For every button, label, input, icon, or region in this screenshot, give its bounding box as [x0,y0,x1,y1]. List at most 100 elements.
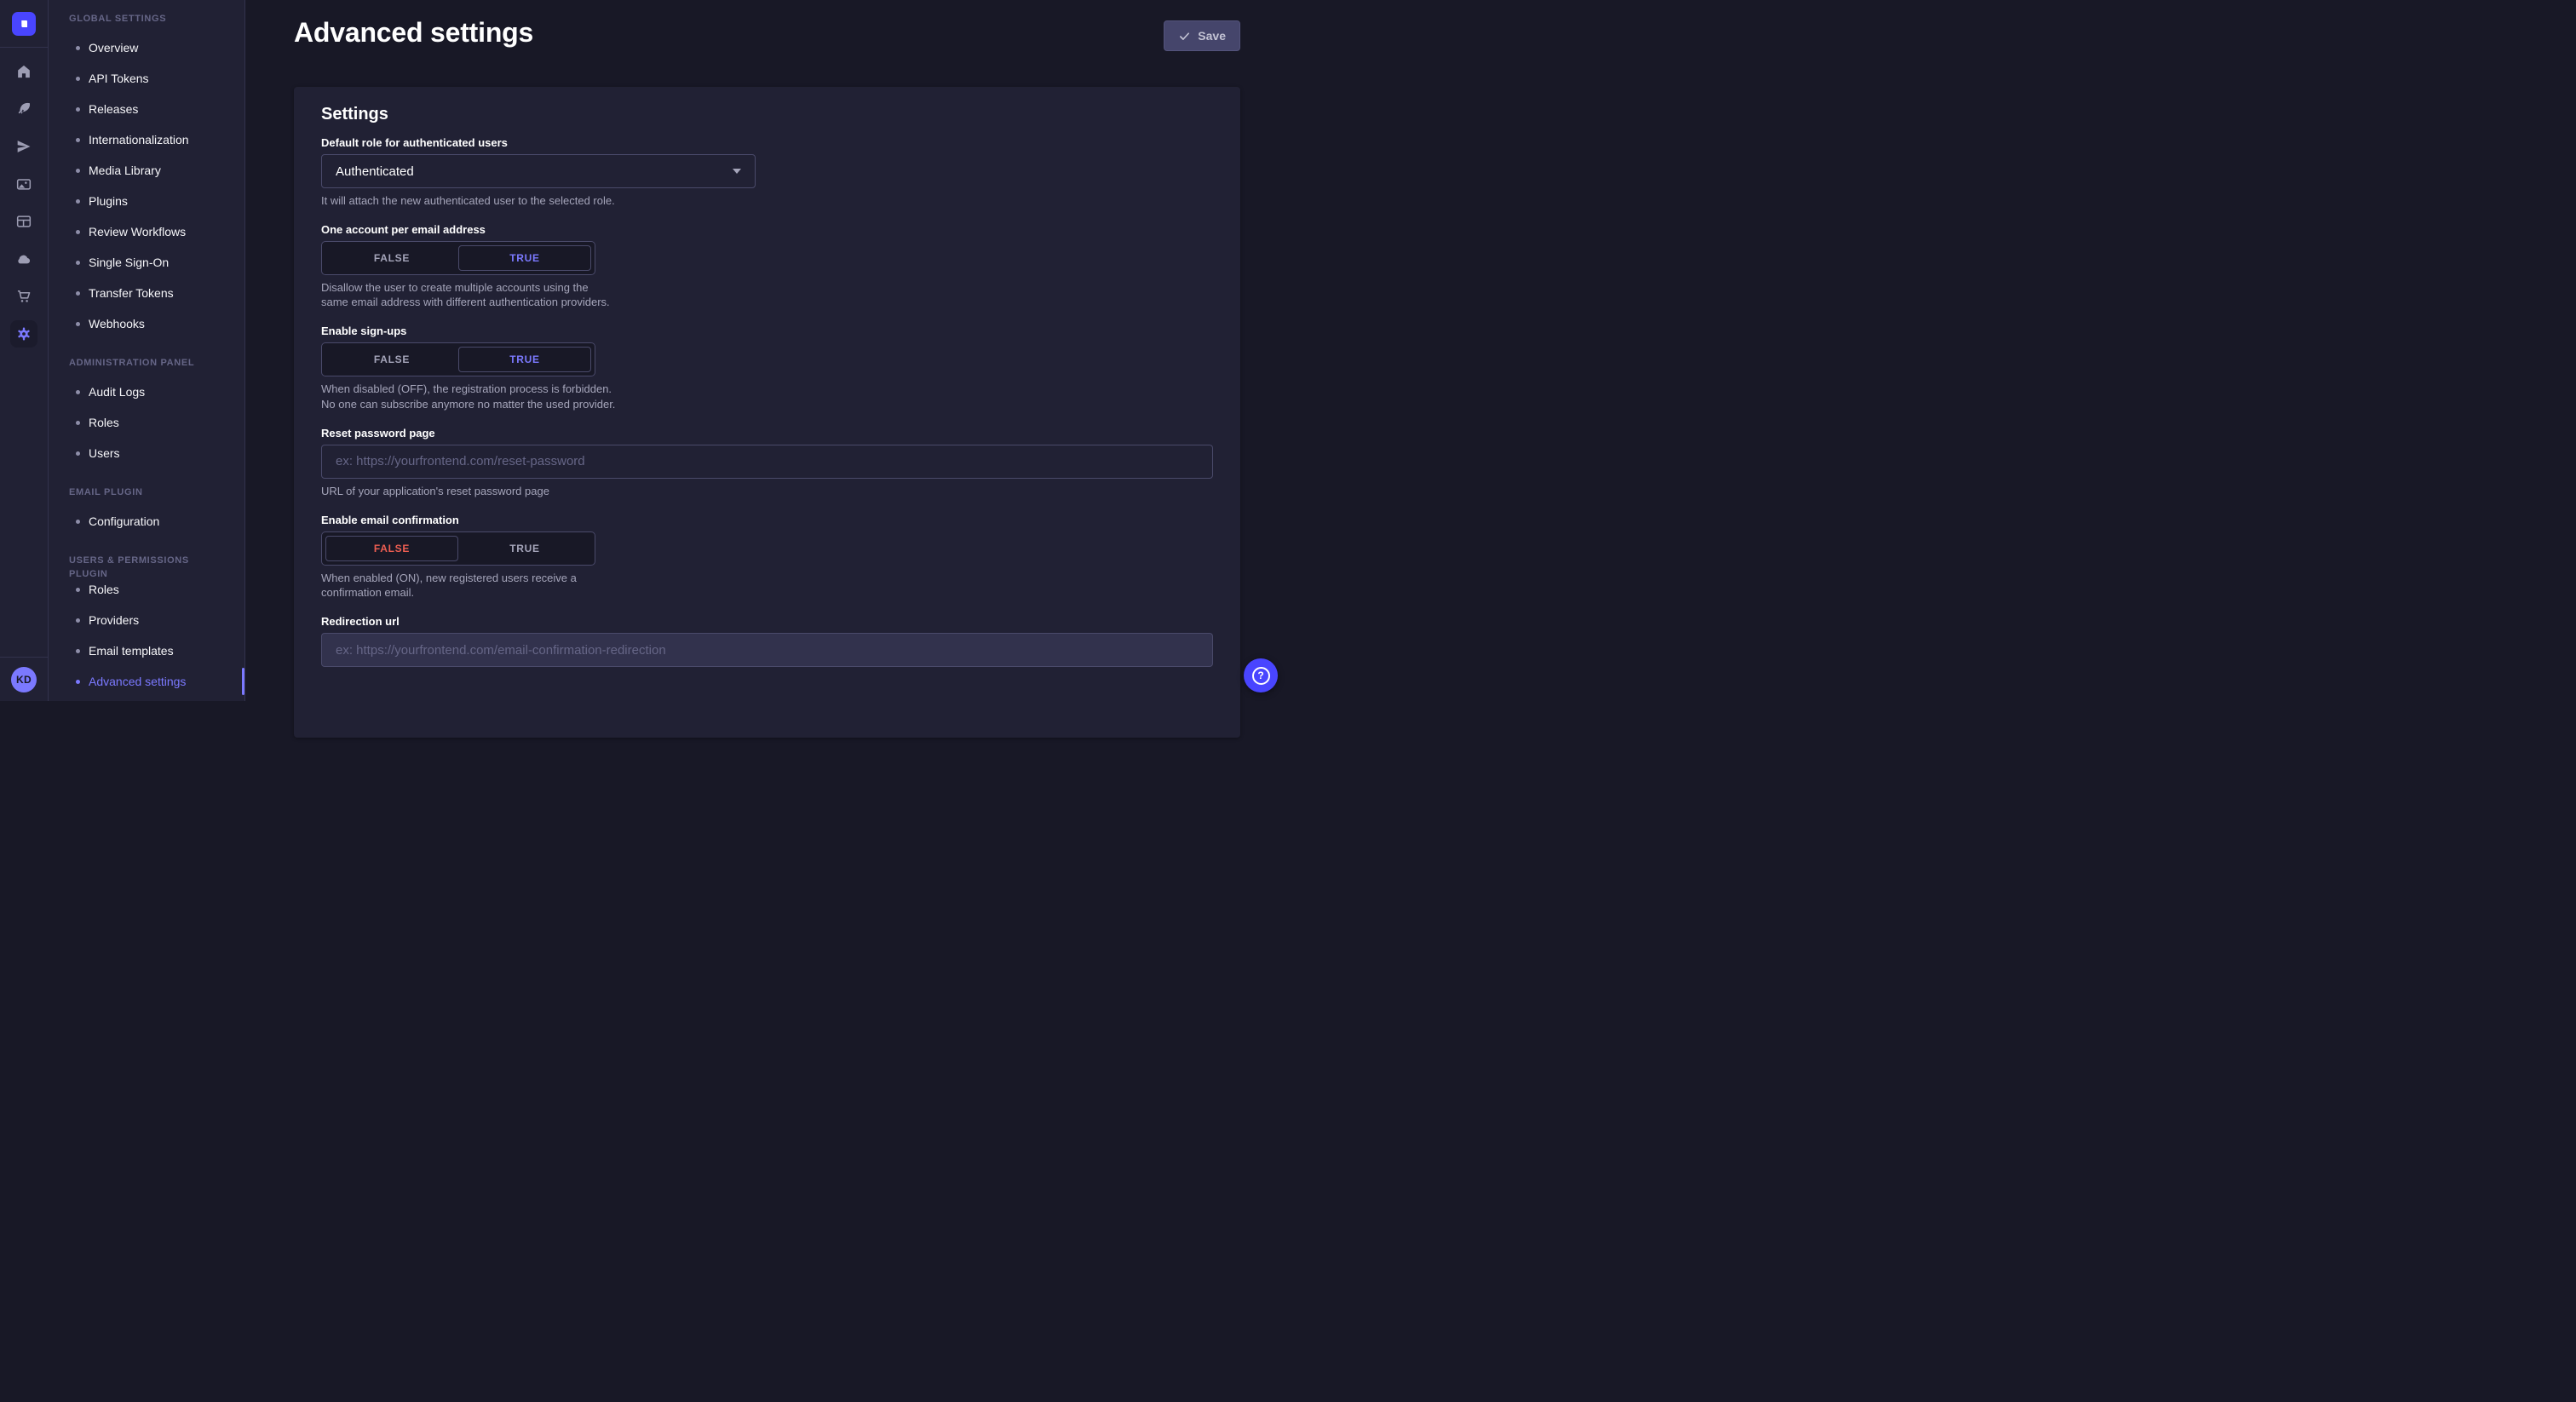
user-avatar[interactable]: KD [11,667,37,692]
default-role-select[interactable]: Authenticated [321,154,756,188]
settings-card: Settings Default role for authenticated … [294,87,1240,738]
toggle-option-true[interactable]: TRUE [458,245,591,271]
field-default-role: Default role for authenticated users Aut… [321,136,1213,208]
strapi-logo[interactable] [12,12,36,36]
sidebar-item-label: Email templates [89,644,174,658]
toggle-option-false[interactable]: FALSE [325,347,458,372]
toggle-option-true[interactable]: TRUE [458,347,591,372]
card-heading: Settings [321,104,1213,124]
sidebar-item-transfer-tokens[interactable]: Transfer Tokens [49,278,244,308]
sidebar-item-plugins[interactable]: Plugins [49,186,244,216]
bullet-icon [76,261,80,265]
one-account-per-email-toggle[interactable]: FALSE TRUE [321,241,595,275]
layout-panel-icon[interactable] [10,208,37,235]
field-label: Enable email confirmation [321,514,1213,526]
field-enable-email-confirmation: Enable email confirmation FALSE TRUE Whe… [321,514,1213,600]
sidebar-item-api-tokens[interactable]: API Tokens [49,63,244,94]
rail-icon-list [0,48,48,657]
bullet-icon [76,169,80,173]
save-button[interactable]: Save [1164,20,1240,51]
paper-plane-icon[interactable] [10,133,37,160]
sidebar-item-label: Transfer Tokens [89,286,174,300]
field-hint: When disabled (OFF), the registration pr… [321,382,618,411]
field-hint: When enabled (ON), new registered users … [321,571,618,600]
section-label-email-plugin: EMAIL PLUGIN [49,486,244,499]
sidebar-item-label: Review Workflows [89,225,186,238]
chevron-down-icon [733,169,741,174]
sidebar-item-admin-users[interactable]: Users [49,438,244,468]
bullet-icon [76,421,80,425]
settings-gear-icon[interactable] [10,320,37,348]
sidebar-item-label: Advanced settings [89,675,186,688]
save-button-label: Save [1198,29,1226,43]
field-one-account-per-email: One account per email address FALSE TRUE… [321,223,1213,309]
strapi-logo-icon [17,17,31,31]
bullet-icon [76,649,80,653]
main-nav-rail: KD [0,0,49,701]
sidebar-item-webhooks[interactable]: Webhooks [49,308,244,339]
marketplace-cart-icon[interactable] [10,283,37,310]
question-mark-icon: ? [1252,667,1270,685]
sidebar-item-label: Roles [89,416,119,429]
field-label: Enable sign-ups [321,325,1213,337]
field-label: Reset password page [321,427,1213,440]
sidebar-item-label: Overview [89,41,138,55]
enable-email-confirmation-toggle[interactable]: FALSE TRUE [321,531,595,566]
bullet-icon [76,291,80,296]
field-hint: URL of your application's reset password… [321,484,1213,498]
bullet-icon [76,199,80,204]
bullet-icon [76,107,80,112]
bullet-icon [76,680,80,684]
toggle-option-false[interactable]: FALSE [325,536,458,561]
cloud-icon[interactable] [10,245,37,273]
sidebar-item-advanced-settings[interactable]: Advanced settings [49,666,244,697]
field-label: One account per email address [321,223,1213,236]
page-title: Advanced settings [294,17,533,49]
media-library-icon[interactable] [10,170,37,198]
bullet-icon [76,588,80,592]
section-label-administration-panel: ADMINISTRATION PANEL [49,356,244,370]
sidebar-item-label: Users [89,446,120,460]
sidebar-item-internationalization[interactable]: Internationalization [49,124,244,155]
enable-sign-ups-toggle[interactable]: FALSE TRUE [321,342,595,376]
section-label-users-permissions-plugin: USERS & PERMISSIONS PLUGIN [49,554,244,567]
redirection-url-input[interactable] [321,633,1213,667]
field-redirection-url: Redirection url [321,615,1213,667]
sidebar-item-providers[interactable]: Providers [49,605,244,635]
reset-password-page-input[interactable] [321,445,1213,479]
help-button[interactable]: ? [1244,658,1278,692]
bullet-icon [76,230,80,234]
sidebar-item-label: API Tokens [89,72,149,85]
sidebar-item-label: Media Library [89,164,161,177]
check-icon [1178,30,1191,43]
bullet-icon [76,322,80,326]
sidebar-item-overview[interactable]: Overview [49,32,244,63]
bullet-icon [76,618,80,623]
sidebar-item-label: Plugins [89,194,128,208]
sidebar-item-label: Webhooks [89,317,145,330]
home-icon[interactable] [10,58,37,85]
bullet-icon [76,451,80,456]
sidebar-item-email-configuration[interactable]: Configuration [49,506,244,537]
field-reset-password-page: Reset password page URL of your applicat… [321,427,1213,498]
sidebar-item-label: Roles [89,583,119,596]
sidebar-item-email-templates[interactable]: Email templates [49,635,244,666]
toggle-option-false[interactable]: FALSE [325,245,458,271]
toggle-option-true[interactable]: TRUE [458,536,591,561]
content-builder-feather-icon[interactable] [10,95,37,123]
sidebar-item-single-sign-on[interactable]: Single Sign-On [49,247,244,278]
sidebar-item-label: Configuration [89,514,159,528]
sidebar-item-review-workflows[interactable]: Review Workflows [49,216,244,247]
sidebar-item-up-roles[interactable]: Roles [49,574,244,605]
rail-footer: KD [0,657,48,701]
bullet-icon [76,138,80,142]
sidebar-item-media-library[interactable]: Media Library [49,155,244,186]
page-header: Advanced settings Save [245,0,1288,51]
sidebar-item-admin-roles[interactable]: Roles [49,407,244,438]
sidebar-item-label: Single Sign-On [89,256,169,269]
sidebar-item-label: Audit Logs [89,385,145,399]
field-label: Default role for authenticated users [321,136,1213,149]
sidebar-item-audit-logs[interactable]: Audit Logs [49,376,244,407]
sidebar-item-releases[interactable]: Releases [49,94,244,124]
field-hint: It will attach the new authenticated use… [321,193,1213,208]
